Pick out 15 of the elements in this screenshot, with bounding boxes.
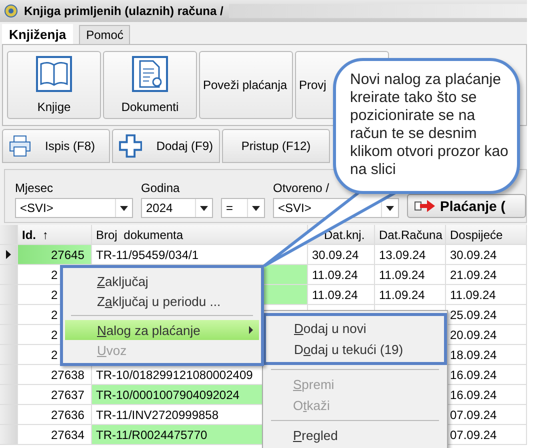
- table-cell: 11.09.24: [308, 265, 375, 285]
- filter-label: Godina: [141, 181, 181, 195]
- table-cell: 30.09.24: [446, 245, 527, 265]
- table-cell: 30.09.24: [308, 245, 375, 265]
- table-cell: 13.09.24: [375, 245, 446, 265]
- filter-label: Mjesec: [15, 181, 54, 195]
- filter-label: Otvoreno /: [273, 181, 330, 195]
- table-cell: 27636: [18, 405, 92, 425]
- window-title: Knjiga primljenih (ulaznih) računa /: [24, 4, 224, 18]
- table-cell: 21.09.24: [446, 265, 527, 285]
- table-cell: 11.09.24: [308, 285, 375, 305]
- table-cell: 27645: [18, 245, 92, 265]
- table-cell: 11.09.24: [375, 285, 446, 305]
- table-cell: 11.09.24: [446, 285, 527, 305]
- table-cell: 11.09.24: [375, 265, 446, 285]
